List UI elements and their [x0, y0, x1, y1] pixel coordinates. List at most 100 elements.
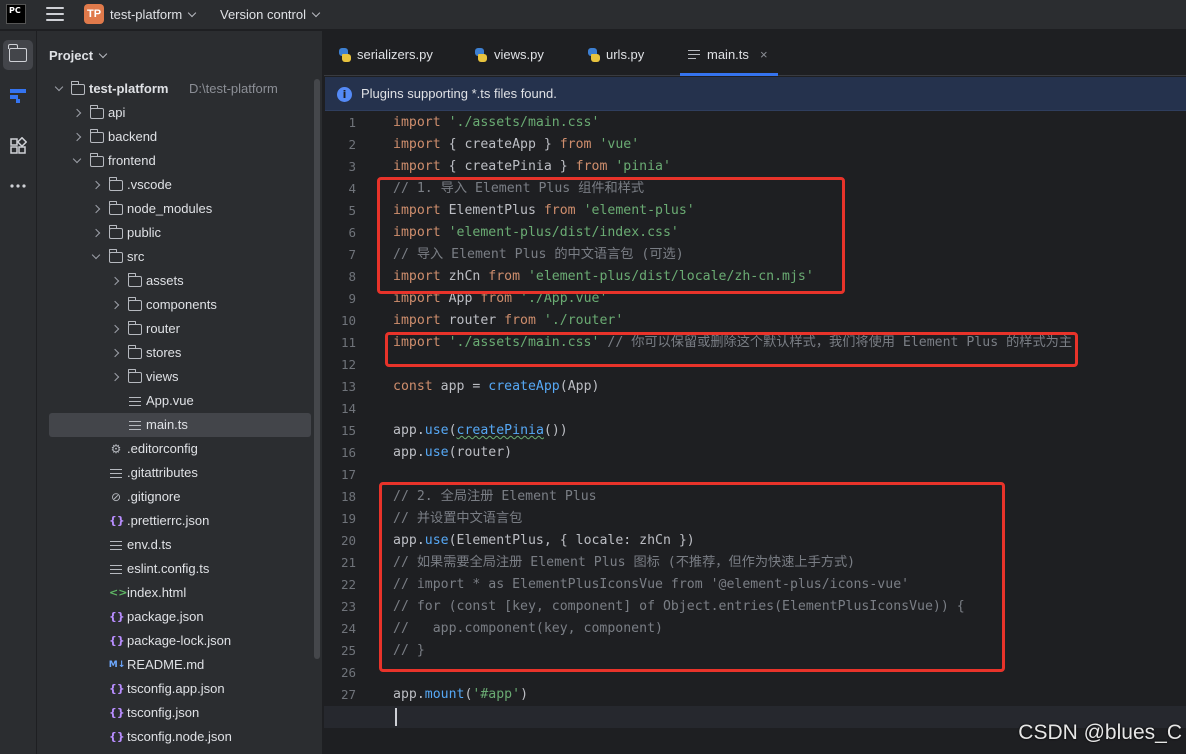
tree-item-label: frontend — [108, 153, 156, 168]
tab-label: views.py — [494, 47, 544, 62]
code-line: const app = createApp(App) — [393, 379, 600, 394]
gear-icon: ⚙ — [110, 442, 122, 456]
tree-item-root[interactable]: test-platform D:\test-platform — [49, 77, 311, 101]
tree-item-main-ts[interactable]: main.ts — [49, 413, 311, 437]
tree-item-label: .prettierrc.json — [127, 513, 210, 528]
chevron-down-icon[interactable] — [90, 245, 104, 269]
project-badge[interactable]: TP — [84, 4, 104, 24]
project-panel-title: Project — [49, 48, 94, 63]
app-logo[interactable]: PC — [6, 4, 26, 24]
file-icon — [128, 397, 142, 407]
python-file-icon — [474, 48, 488, 62]
chevron-right-icon[interactable] — [90, 221, 104, 245]
info-icon: i — [337, 87, 352, 102]
tree-item-tsconfig-app[interactable]: {} tsconfig.app.json — [49, 677, 311, 701]
folder-icon — [128, 345, 142, 359]
line-number: 11 — [340, 335, 356, 350]
close-icon[interactable]: × — [760, 31, 768, 79]
tree-item-label: tsconfig.json — [127, 705, 200, 720]
project-panel-header[interactable]: Project — [49, 48, 108, 63]
line-number: 19 — [340, 511, 356, 526]
editor-tab-bar: serializers.py views.py urls.py main.ts … — [324, 31, 1186, 76]
json-icon: {} — [109, 634, 125, 647]
main-menu-icon[interactable] — [46, 7, 64, 21]
tree-item-public[interactable]: public — [49, 221, 311, 245]
module-folder-icon — [90, 129, 104, 143]
tree-item-tsconfig-node[interactable]: {} tsconfig.node.json — [49, 725, 311, 749]
line-number: 13 — [340, 379, 356, 394]
tree-item-package-json[interactable]: {} package.json — [49, 605, 311, 629]
file-icon — [109, 565, 123, 575]
tree-item-assets[interactable]: assets — [49, 269, 311, 293]
line-number: 10 — [340, 313, 356, 328]
code-line: import { createPinia } from 'pinia' — [393, 159, 671, 174]
tree-item-label: views — [146, 369, 179, 384]
tab-urls-py[interactable]: urls.py — [587, 31, 657, 76]
tree-item-views[interactable]: views — [49, 365, 311, 389]
chevron-right-icon[interactable] — [71, 125, 85, 149]
tab-serializers-py[interactable]: serializers.py — [338, 31, 438, 76]
chevron-right-icon[interactable] — [71, 101, 85, 125]
tree-item-api[interactable]: api — [49, 101, 311, 125]
line-number: 6 — [348, 225, 356, 240]
line-number: 12 — [340, 357, 356, 372]
line-number: 27 — [340, 687, 356, 702]
more-tools-button[interactable] — [3, 171, 33, 201]
tree-item-backend[interactable]: backend — [49, 125, 311, 149]
chevron-right-icon[interactable] — [90, 197, 104, 221]
tree-item-index-html[interactable]: <> index.html — [49, 581, 311, 605]
line-number: 17 — [340, 467, 356, 482]
tree-item-prettierrc[interactable]: {} .prettierrc.json — [49, 509, 311, 533]
tab-main-ts[interactable]: main.ts × — [680, 31, 778, 76]
tree-item-gitignore[interactable]: ⊘ .gitignore — [49, 485, 311, 509]
project-switcher[interactable]: test-platform — [110, 7, 197, 22]
tree-item-gitattributes[interactable]: .gitattributes — [49, 461, 311, 485]
tree-item-app-vue[interactable]: App.vue — [49, 389, 311, 413]
plugins-icon — [10, 137, 27, 154]
project-tool-button[interactable] — [3, 40, 33, 70]
folder-icon — [8, 44, 27, 62]
tree-item-src[interactable]: src — [49, 245, 311, 269]
tree-item-label: assets — [146, 273, 184, 288]
tab-views-py[interactable]: views.py — [474, 31, 554, 76]
project-scrollbar[interactable] — [314, 79, 320, 659]
chevron-right-icon[interactable] — [109, 317, 123, 341]
tree-item-eslint-config[interactable]: eslint.config.ts — [49, 557, 311, 581]
chevron-right-icon[interactable] — [109, 341, 123, 365]
code-line: app.use(createPinia()) — [393, 423, 568, 438]
tree-item-stores[interactable]: stores — [49, 341, 311, 365]
file-icon — [109, 541, 123, 551]
tree-item-node-modules[interactable]: node_modules — [49, 197, 311, 221]
folder-icon — [109, 177, 123, 191]
line-number: 1 — [348, 115, 356, 130]
chevron-right-icon[interactable] — [109, 365, 123, 389]
tab-label: serializers.py — [357, 47, 433, 62]
tree-item-label: .gitattributes — [127, 465, 198, 480]
folder-icon — [128, 321, 142, 335]
json-icon: {} — [109, 514, 125, 527]
tree-item-editorconfig[interactable]: ⚙ .editorconfig — [49, 437, 311, 461]
tree-item-vscode[interactable]: .vscode — [49, 173, 311, 197]
tool-window-strip — [0, 31, 37, 754]
tree-item-frontend[interactable]: frontend — [49, 149, 311, 173]
version-control-menu[interactable]: Version control — [220, 7, 321, 22]
tree-item-package-lock-json[interactable]: {} package-lock.json — [49, 629, 311, 653]
tree-item-tsconfig[interactable]: {} tsconfig.json — [49, 701, 311, 725]
tree-item-label: tsconfig.app.json — [127, 681, 225, 696]
tree-item-label: public — [127, 225, 161, 240]
structure-tool-button[interactable] — [3, 81, 33, 111]
chevron-down-icon[interactable] — [53, 77, 67, 101]
tree-item-label: eslint.config.ts — [127, 561, 210, 576]
tree-item-readme[interactable]: M↓ README.md — [49, 653, 311, 677]
chevron-down-icon[interactable] — [71, 149, 85, 173]
tree-item-router[interactable]: router — [49, 317, 311, 341]
chevron-right-icon[interactable] — [90, 173, 104, 197]
tree-item-env-d-ts[interactable]: env.d.ts — [49, 533, 311, 557]
plugins-tool-button[interactable] — [3, 131, 33, 161]
tree-item-components[interactable]: components — [49, 293, 311, 317]
chevron-down-icon — [311, 8, 321, 18]
chevron-right-icon[interactable] — [109, 293, 123, 317]
code-line: import router from './router' — [393, 313, 624, 328]
chevron-right-icon[interactable] — [109, 269, 123, 293]
python-file-icon — [587, 48, 601, 62]
